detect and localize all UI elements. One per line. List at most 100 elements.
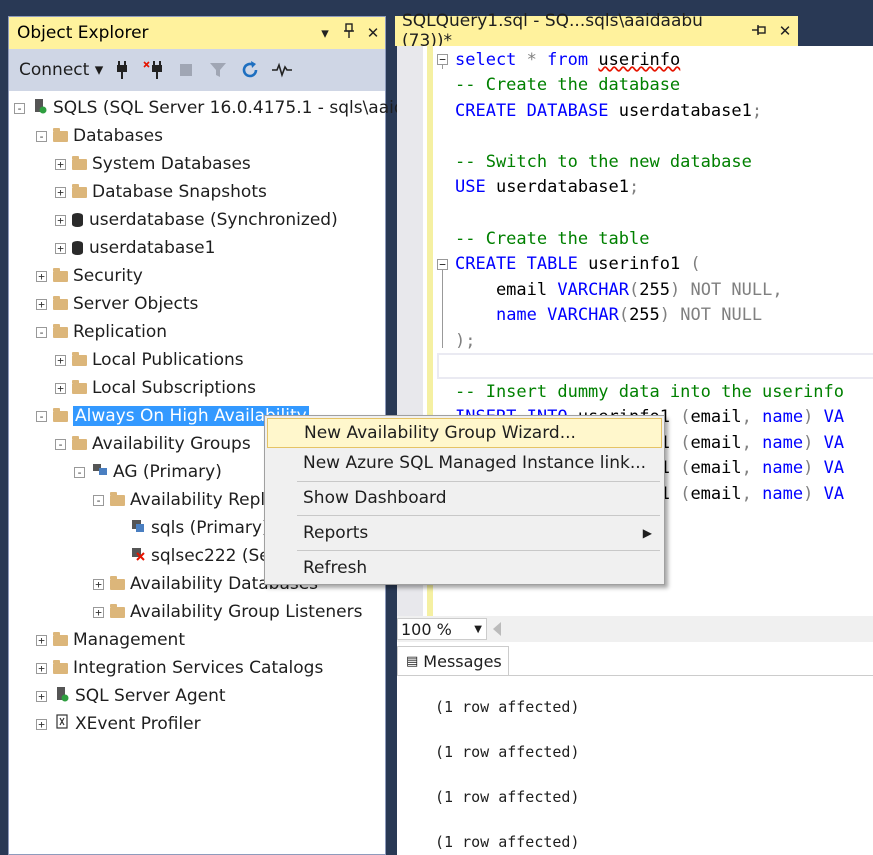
tree-node-label: sqls (Primary) — [151, 518, 269, 538]
tree-node-userdatabase[interactable]: + userdatabase (Synchronized) — [55, 207, 338, 233]
collapse-toggle[interactable]: - — [74, 466, 85, 478]
tree-node-local-subscriptions[interactable]: + Local Subscriptions — [55, 375, 256, 401]
tree-node-local-publications[interactable]: + Local Publications — [55, 347, 244, 373]
activity-monitor-icon[interactable] — [269, 57, 295, 83]
code-line: -- Switch to the new database — [455, 152, 752, 172]
editor-tab-title: SQLQuery1.sql - SQ...sqls\aaidaabu (73))… — [402, 11, 703, 51]
tree-node-replica-sqls[interactable]: sqls (Primary) — [112, 515, 269, 541]
tree-node-label: Security — [73, 266, 143, 286]
message-line: (1 row affected) — [435, 743, 580, 761]
collapse-toggle[interactable]: - — [93, 494, 104, 506]
menu-item-new-azure-mi-link[interactable]: New Azure SQL Managed Instance link... — [267, 448, 662, 478]
server-connected-icon — [31, 98, 49, 118]
pin-icon[interactable] — [337, 23, 361, 43]
expand-toggle[interactable]: + — [55, 242, 66, 254]
connect-button[interactable]: Connect ▾ — [19, 60, 103, 80]
tree-node-label: Database Snapshots — [92, 182, 267, 202]
expand-toggle[interactable]: + — [55, 382, 66, 394]
tree-node-sql-server-agent[interactable]: + SQL Server Agent — [36, 683, 226, 709]
folder-icon — [53, 659, 68, 674]
replica-error-icon — [129, 547, 147, 565]
code-line: CREATE DATABASE userdatabase1; — [455, 101, 763, 121]
expand-toggle[interactable]: + — [36, 662, 47, 674]
folder-icon — [72, 155, 87, 170]
tree-node-label: Databases — [73, 126, 163, 146]
scroll-left-icon[interactable] — [493, 622, 501, 636]
expand-toggle[interactable]: + — [55, 354, 66, 366]
tree-node-label: userdatabase1 — [89, 238, 216, 258]
agent-icon — [53, 686, 71, 706]
tree-node-server-objects[interactable]: + Server Objects — [36, 291, 198, 317]
expand-toggle[interactable]: + — [93, 578, 104, 590]
close-icon[interactable]: ✕ — [361, 24, 385, 42]
window-position-dropdown-icon[interactable]: ▾ — [313, 24, 337, 42]
folder-icon — [53, 267, 68, 282]
expand-toggle[interactable]: + — [36, 298, 47, 310]
stop-icon[interactable] — [173, 57, 199, 83]
filter-icon[interactable] — [205, 57, 231, 83]
tree-node-system-databases[interactable]: + System Databases — [55, 151, 251, 177]
tree-node-userdatabase1[interactable]: + userdatabase1 — [55, 235, 215, 261]
code-line: -- Insert dummy data into the userinfo — [455, 382, 844, 402]
expand-toggle[interactable]: + — [36, 270, 47, 282]
collapse-toggle[interactable]: - — [36, 326, 47, 338]
tree-node-ag-listeners[interactable]: + Availability Group Listeners — [93, 599, 362, 625]
tree-node-label: AG (Primary) — [113, 462, 222, 482]
tree-node-replication[interactable]: - Replication — [36, 319, 167, 345]
menu-item-show-dashboard[interactable]: Show Dashboard — [267, 483, 662, 513]
tab-messages[interactable]: ▤ Messages — [397, 646, 509, 676]
fold-toggle-icon[interactable]: − — [437, 259, 448, 270]
menu-item-reports[interactable]: Reports ▶ — [267, 518, 662, 548]
tree-node-availability-groups[interactable]: - Availability Groups — [55, 431, 251, 457]
expand-toggle[interactable]: + — [55, 158, 66, 170]
tree-node-label: Availability Groups — [92, 434, 251, 454]
tree-node-xevent-profiler[interactable]: + XEvent Profiler — [36, 711, 201, 737]
message-line: (1 row affected) — [435, 698, 580, 716]
tree-node-databases[interactable]: - Databases — [36, 123, 163, 149]
context-menu: New Availability Group Wizard... New Azu… — [264, 415, 665, 585]
object-explorer-title: Object Explorer — [17, 23, 149, 43]
availability-group-icon — [91, 463, 109, 481]
expand-toggle[interactable]: + — [55, 186, 66, 198]
tree-node-management[interactable]: + Management — [36, 627, 185, 653]
connect-plug-icon[interactable] — [109, 57, 135, 83]
tree-node-database-snapshots[interactable]: + Database Snapshots — [55, 179, 267, 205]
pin-tab-icon[interactable] — [746, 22, 772, 40]
folder-icon — [110, 575, 125, 590]
menu-item-label: Reports — [303, 523, 369, 543]
expand-toggle[interactable]: + — [36, 718, 47, 730]
menu-item-new-ag-wizard[interactable]: New Availability Group Wizard... — [267, 418, 662, 448]
collapse-toggle[interactable]: - — [14, 102, 25, 114]
editor-tab[interactable]: SQLQuery1.sql - SQ...sqls\aaidaabu (73))… — [395, 11, 798, 51]
code-line: -- Create the database — [455, 75, 681, 95]
fold-toggle-icon[interactable]: − — [437, 54, 448, 65]
tree-node-security[interactable]: + Security — [36, 263, 143, 289]
code-line: select * from userinfo — [455, 50, 681, 70]
tree-node-label: Local Publications — [92, 350, 244, 370]
expand-toggle[interactable]: + — [55, 214, 66, 226]
database-icon — [72, 213, 83, 227]
collapse-toggle[interactable]: - — [36, 410, 47, 422]
refresh-icon[interactable] — [237, 57, 263, 83]
expand-toggle[interactable]: + — [93, 606, 104, 618]
tree-node-server[interactable]: - SQLS (SQL Server 16.0.4175.1 - sqls\aa… — [14, 95, 415, 121]
collapse-toggle[interactable]: - — [36, 130, 47, 142]
code-line: name VARCHAR(255) NOT NULL — [495, 305, 763, 325]
tree-node-label: Management — [73, 630, 185, 650]
zoom-dropdown[interactable]: 100 % ▼ — [397, 618, 487, 640]
tree-node-ag-primary[interactable]: - AG (Primary) — [74, 459, 222, 485]
tree-node-label: Integration Services Catalogs — [73, 658, 324, 678]
xevent-icon — [53, 714, 71, 734]
tree-node-integration-services[interactable]: + Integration Services Catalogs — [36, 655, 323, 681]
tab-messages-label: Messages — [423, 652, 502, 671]
message-line: (1 row affected) — [435, 833, 580, 851]
menu-item-refresh[interactable]: Refresh — [267, 553, 662, 583]
folder-icon — [53, 127, 68, 142]
close-tab-icon[interactable]: ✕ — [772, 22, 798, 40]
menu-separator — [297, 515, 660, 516]
collapse-toggle[interactable]: - — [55, 438, 66, 450]
folder-icon — [72, 379, 87, 394]
expand-toggle[interactable]: + — [36, 690, 47, 702]
expand-toggle[interactable]: + — [36, 634, 47, 646]
disconnect-icon[interactable] — [141, 57, 167, 83]
